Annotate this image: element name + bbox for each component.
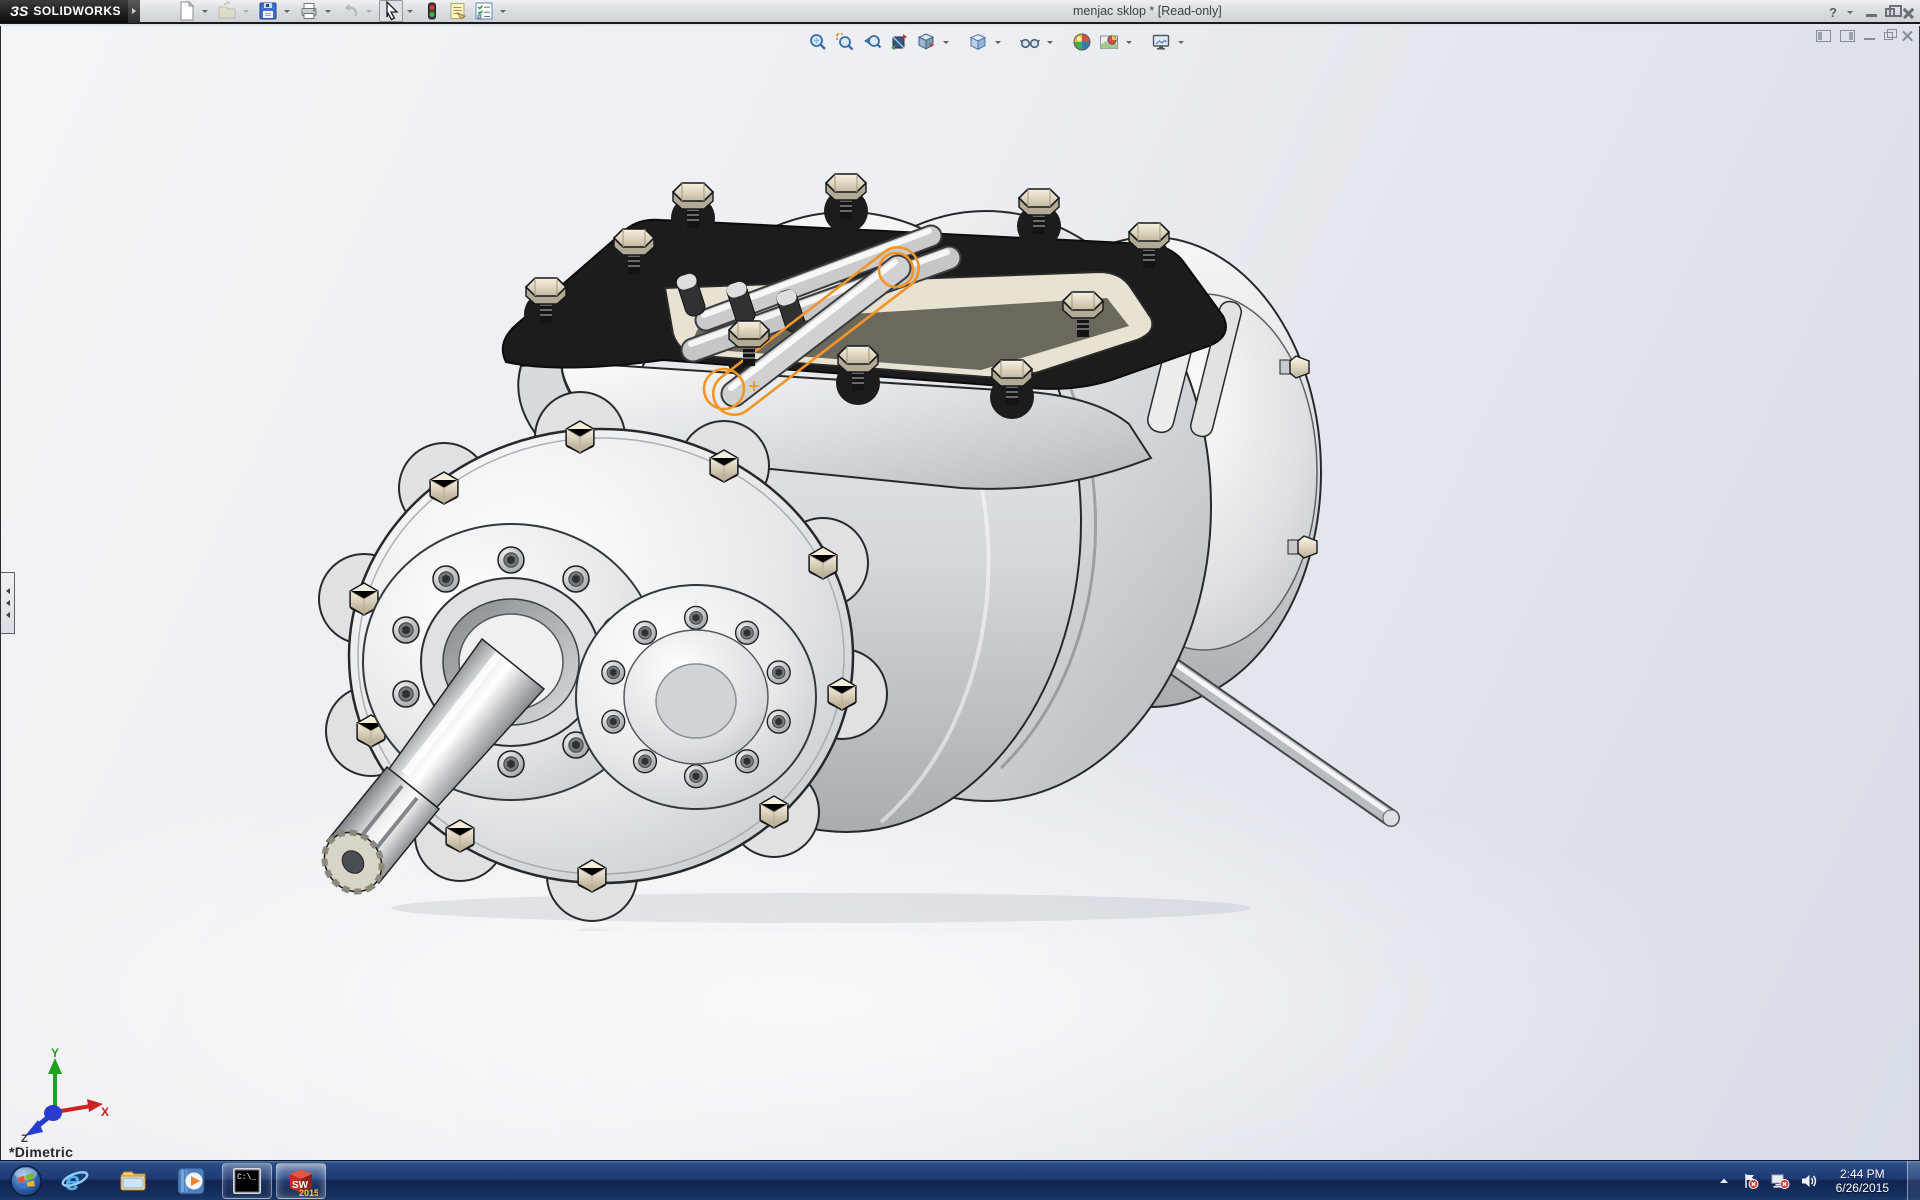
print-button[interactable] bbox=[297, 0, 321, 22]
undo-dropdown[interactable] bbox=[364, 0, 373, 22]
taskbar-internet-explorer[interactable]: e bbox=[46, 1161, 104, 1200]
file-properties-button[interactable] bbox=[446, 0, 470, 22]
floor-reflection bbox=[313, 929, 1399, 1160]
taskbar-command-prompt[interactable]: C:\_ bbox=[222, 1163, 272, 1199]
solidworks-cube-icon: SW 2015 bbox=[284, 1165, 318, 1197]
rebuild-traffic-light-button[interactable] bbox=[420, 0, 444, 22]
view-orientation-label: *Dimetric bbox=[9, 1144, 73, 1160]
taskbar-clock[interactable]: 2:44 PM 6/26/2015 bbox=[1828, 1167, 1897, 1195]
print-dropdown[interactable] bbox=[323, 0, 332, 22]
window-title: menjac sklop * [Read-only] bbox=[1073, 4, 1222, 18]
previous-view-button[interactable] bbox=[860, 30, 884, 54]
menu-expand-arrow[interactable] bbox=[128, 0, 140, 23]
chevron-left-icon bbox=[6, 588, 10, 594]
triad-y-label: Y bbox=[51, 1046, 59, 1060]
save-dropdown[interactable] bbox=[282, 0, 291, 22]
heads-up-view-toolbar bbox=[806, 30, 1189, 54]
document-window-controls bbox=[1816, 30, 1913, 42]
show-hidden-icons-button[interactable] bbox=[1716, 1173, 1732, 1189]
solidworks-logo-mark: ЗS bbox=[10, 3, 28, 19]
hide-show-items-dropdown[interactable] bbox=[1045, 31, 1054, 53]
hide-show-items-button[interactable] bbox=[1018, 30, 1042, 54]
triad-z-label: Z bbox=[21, 1133, 28, 1142]
undo-button[interactable] bbox=[338, 0, 362, 22]
triad-x-label: X bbox=[101, 1105, 109, 1119]
title-bar: ЗS SOLIDWORKS bbox=[0, 0, 1920, 24]
clock-time: 2:44 PM bbox=[1836, 1167, 1889, 1181]
media-player-icon bbox=[176, 1166, 206, 1196]
taskbar: e C:\_ bbox=[0, 1160, 1920, 1200]
zoom-to-area-button[interactable] bbox=[833, 30, 857, 54]
open-dropdown[interactable] bbox=[241, 0, 250, 22]
open-button[interactable] bbox=[215, 0, 239, 22]
folder-icon bbox=[118, 1166, 148, 1196]
cmd-prompt-text: C:\_ bbox=[237, 1173, 256, 1182]
view-settings-button[interactable] bbox=[1149, 30, 1173, 54]
chevron-left-icon bbox=[6, 612, 10, 618]
solidworks-logo: ЗS SOLIDWORKS bbox=[0, 0, 128, 23]
pane-right-icon[interactable] bbox=[1840, 30, 1855, 42]
view-orientation-button[interactable] bbox=[914, 30, 938, 54]
close-button[interactable] bbox=[1903, 7, 1914, 18]
options-button[interactable] bbox=[472, 0, 496, 22]
restore-button[interactable] bbox=[1885, 8, 1895, 17]
chevron-left-icon bbox=[6, 600, 10, 606]
command-prompt-icon: C:\_ bbox=[232, 1167, 262, 1195]
pane-left-icon[interactable] bbox=[1816, 30, 1831, 42]
ie-glyph: e bbox=[65, 1166, 80, 1196]
display-style-button[interactable] bbox=[966, 30, 990, 54]
help-dropdown[interactable] bbox=[1845, 1, 1854, 23]
section-view-button[interactable] bbox=[887, 30, 911, 54]
reference-triad: Y X Z bbox=[13, 1046, 109, 1142]
minimize-button[interactable] bbox=[1866, 8, 1877, 17]
graphics-viewport[interactable]: Y X Z *Dimetric bbox=[0, 26, 1920, 1160]
help-button[interactable]: ? bbox=[1829, 5, 1837, 20]
solidworks-window: ЗS SOLIDWORKS bbox=[0, 0, 1920, 1200]
featuremanager-flyout-tab[interactable] bbox=[1, 572, 15, 634]
apply-scene-button[interactable] bbox=[1097, 30, 1121, 54]
start-button[interactable] bbox=[6, 1161, 46, 1200]
clock-date: 6/26/2015 bbox=[1836, 1181, 1889, 1195]
action-center-icon[interactable] bbox=[1742, 1172, 1760, 1190]
taskbar-windows-explorer[interactable] bbox=[104, 1161, 162, 1200]
show-desktop-button[interactable] bbox=[1907, 1161, 1920, 1200]
sw-year-text: 2015 bbox=[299, 1188, 318, 1197]
zoom-to-fit-button[interactable] bbox=[806, 30, 830, 54]
document-close-button[interactable] bbox=[1902, 31, 1913, 42]
solidworks-logo-text: SOLIDWORKS bbox=[33, 4, 121, 18]
new-document-button[interactable] bbox=[174, 0, 198, 22]
window-controls: ? bbox=[1829, 1, 1914, 23]
document-restore-button[interactable] bbox=[1884, 32, 1893, 40]
taskbar-media-player[interactable] bbox=[162, 1161, 220, 1200]
edit-appearance-button[interactable] bbox=[1070, 30, 1094, 54]
select-tool-dropdown[interactable] bbox=[405, 0, 414, 22]
options-dropdown[interactable] bbox=[498, 0, 507, 22]
apply-scene-dropdown[interactable] bbox=[1124, 31, 1133, 53]
gearbox-model[interactable] bbox=[1, 26, 1920, 1160]
new-document-dropdown[interactable] bbox=[200, 0, 209, 22]
save-button[interactable] bbox=[256, 0, 280, 22]
taskbar-solidworks-2015[interactable]: SW 2015 bbox=[276, 1163, 326, 1199]
view-orientation-dropdown[interactable] bbox=[941, 31, 950, 53]
document-minimize-button[interactable] bbox=[1864, 32, 1875, 40]
select-tool-button[interactable] bbox=[379, 0, 403, 22]
display-style-dropdown[interactable] bbox=[993, 31, 1002, 53]
volume-icon[interactable] bbox=[1800, 1173, 1818, 1189]
system-tray: 2:44 PM 6/26/2015 bbox=[1716, 1161, 1920, 1200]
main-toolbar bbox=[174, 0, 511, 22]
view-settings-dropdown[interactable] bbox=[1176, 31, 1185, 53]
network-status-icon[interactable] bbox=[1770, 1172, 1790, 1190]
